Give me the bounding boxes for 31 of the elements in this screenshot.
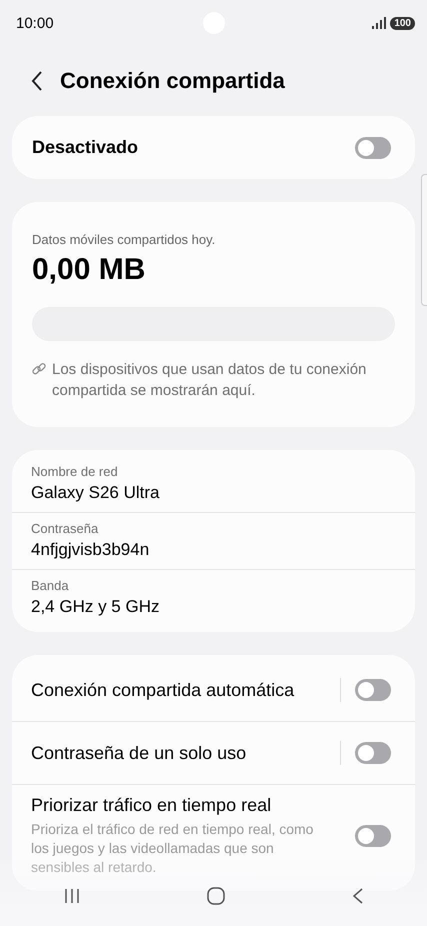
toggle-switch[interactable] bbox=[355, 742, 391, 764]
field-value[interactable]: 4nfjgjvisb3b94n bbox=[31, 540, 396, 560]
recent-apps-icon[interactable] bbox=[62, 887, 80, 905]
link-icon bbox=[32, 362, 46, 376]
back-nav-icon[interactable] bbox=[350, 887, 364, 905]
setting-description: Prioriza el tráfico de red en tiempo real, como los juegos y las videollamadas que son sensibles al retardo. bbox=[31, 820, 314, 877]
field-label: Nombre de red bbox=[31, 464, 119, 479]
devices-note: Los dispositivos que usan datos de tu conexión compartida se mostrarán aquí. bbox=[52, 360, 368, 401]
field-label: Contraseña bbox=[31, 521, 100, 536]
setting-title[interactable]: Priorizar tráfico en tiempo real bbox=[31, 795, 355, 816]
toggle-switch[interactable] bbox=[355, 679, 391, 701]
battery-level: 100 bbox=[390, 16, 415, 30]
home-icon[interactable] bbox=[206, 886, 226, 906]
back-icon[interactable] bbox=[30, 70, 44, 92]
field-value[interactable]: Galaxy S26 Ultra bbox=[31, 483, 396, 503]
setting-row[interactable]: Priorizar tráfico en tiempo real Prioriza el tráfico de red en tiempo real, como los juegos y las videollamadas que son sensibles al retardo. bbox=[12, 784, 415, 887]
setting-title[interactable]: Contraseña de un solo uso bbox=[31, 742, 326, 764]
toggle-label: Desactivado bbox=[32, 137, 138, 158]
field-label: Banda bbox=[31, 578, 70, 593]
usage-amount: 0,00 MB bbox=[32, 253, 146, 287]
setting-row[interactable]: Conexión compartida automática bbox=[12, 659, 415, 721]
setting-row[interactable]: Contraseña de un solo uso bbox=[12, 721, 415, 784]
toggle-switch[interactable] bbox=[355, 825, 391, 847]
toggle-switch[interactable] bbox=[355, 136, 391, 158]
field-value[interactable]: 2,4 GHz y 5 GHz bbox=[31, 597, 396, 617]
setting-title[interactable]: Conexión compartida automática bbox=[31, 680, 326, 700]
usage-caption: Datos móviles compartidos hoy. bbox=[32, 232, 216, 247]
page-title: Conexión compartida bbox=[60, 68, 285, 94]
status-time: 10:00 bbox=[16, 14, 54, 32]
signal-icon bbox=[372, 17, 386, 29]
master-toggle-card[interactable]: Desactivado bbox=[12, 116, 415, 179]
